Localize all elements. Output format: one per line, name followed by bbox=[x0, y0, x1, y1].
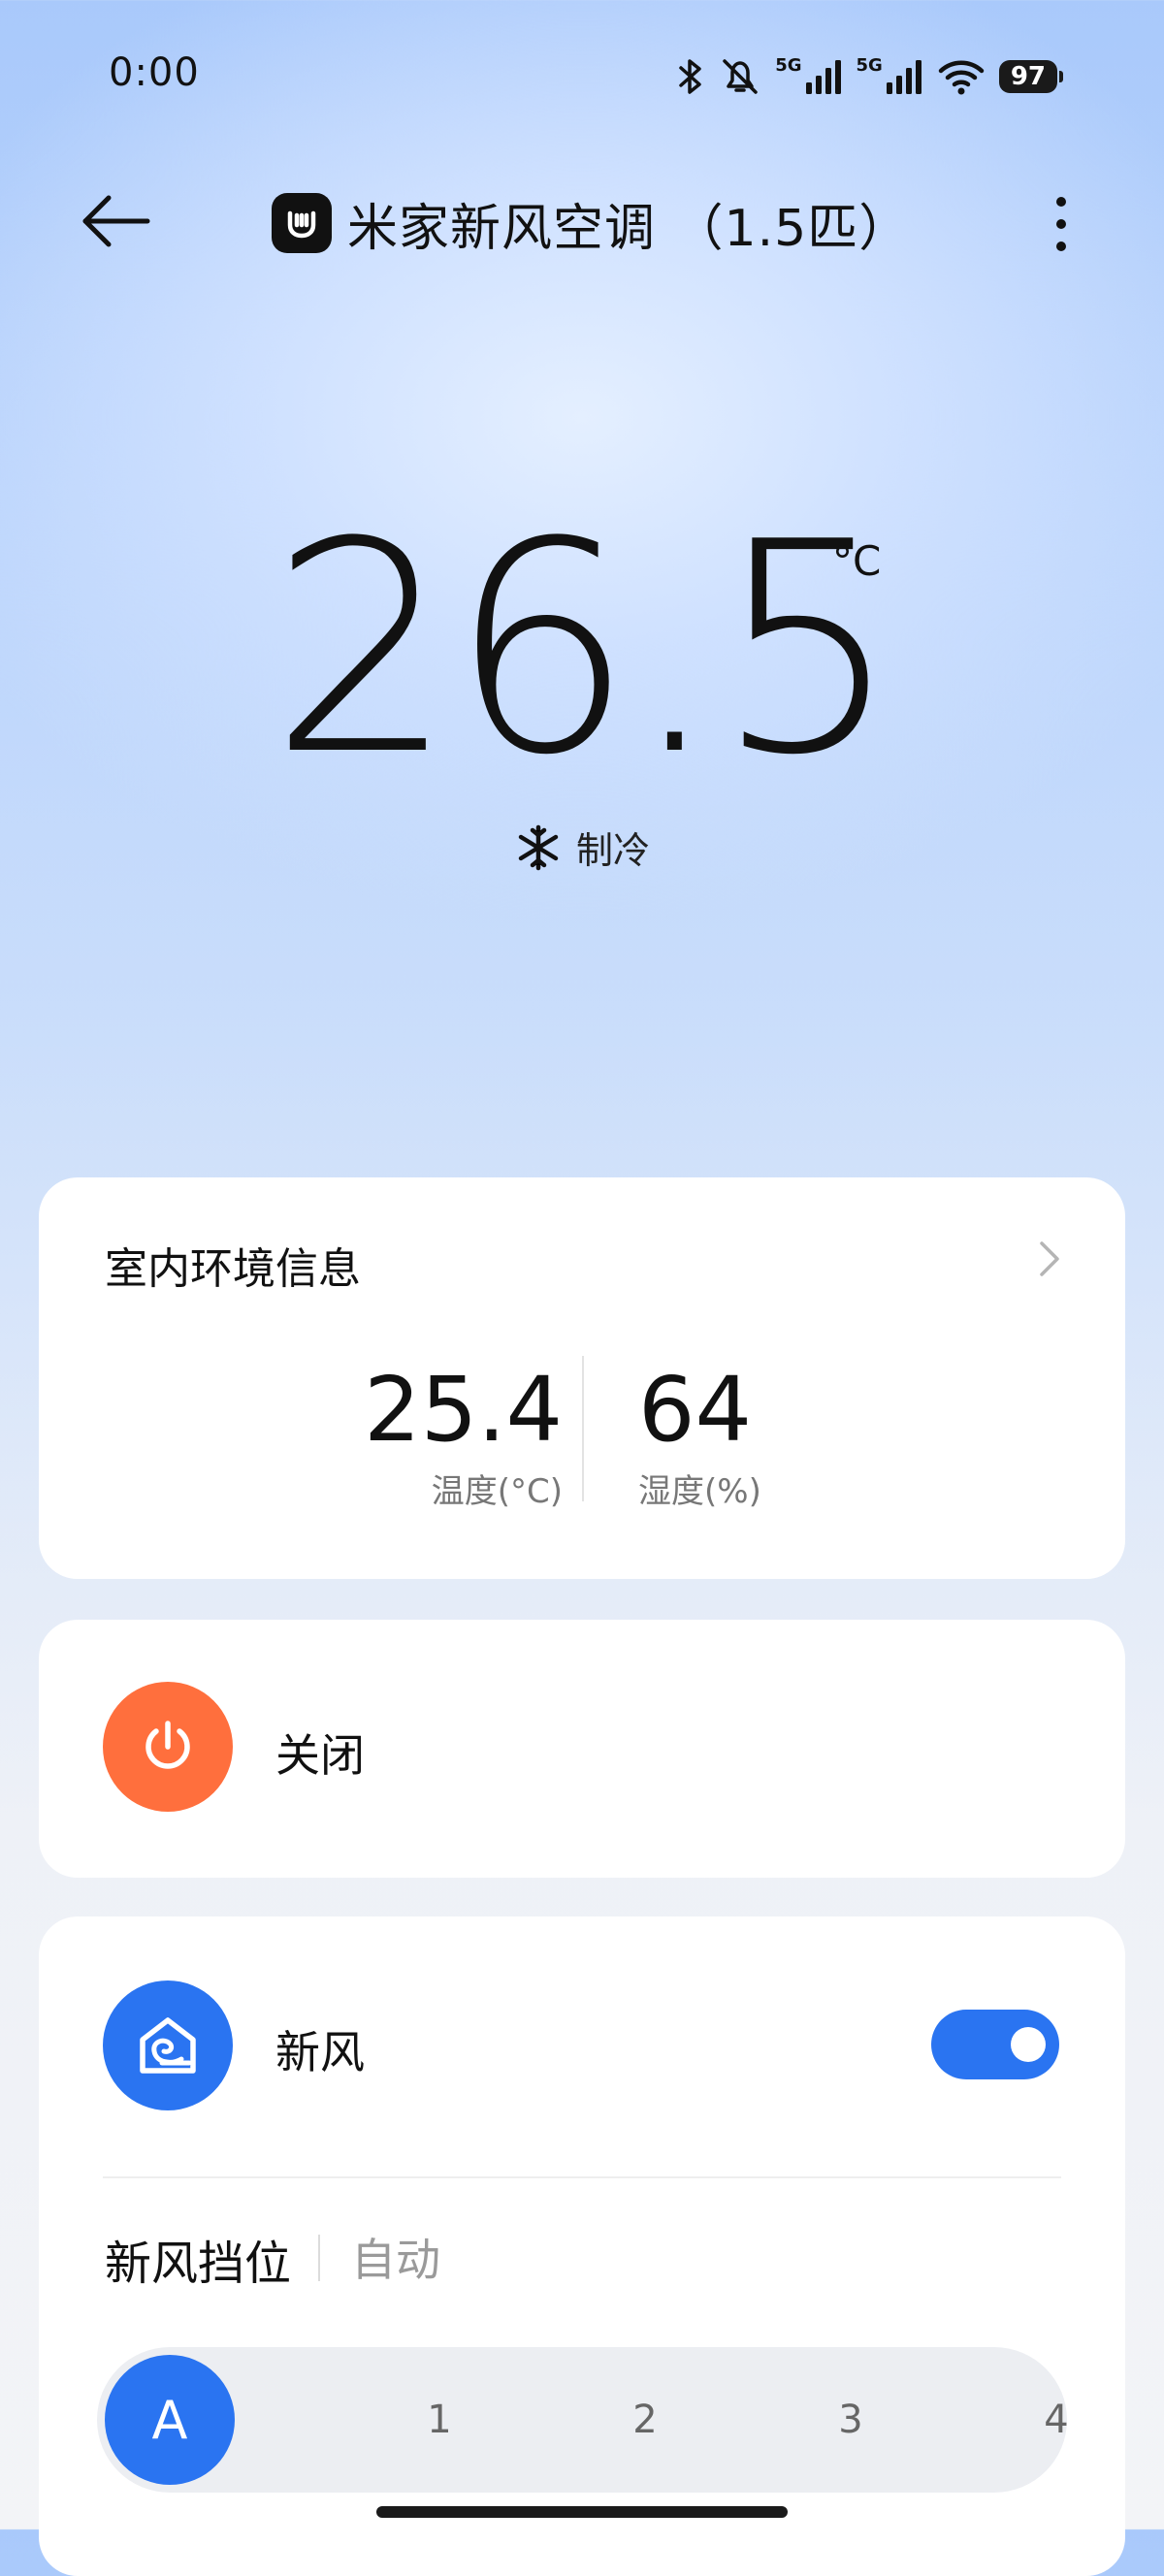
fresh-air-button[interactable] bbox=[103, 1980, 233, 2110]
environment-title: 室内环境信息 bbox=[105, 1244, 361, 1294]
signal-icon-1: 5G bbox=[775, 57, 842, 96]
target-temperature[interactable]: 26.5 bbox=[0, 504, 1164, 795]
page-title-group: 米家新风空调 （1.5匹） bbox=[272, 184, 910, 262]
fresh-air-divider bbox=[103, 2176, 1061, 2178]
indoor-environment-card[interactable]: 室内环境信息 25.4 温度(°C) 64 湿度(%) bbox=[39, 1177, 1125, 1579]
mute-bell-icon bbox=[719, 57, 761, 96]
mijia-logo-icon bbox=[272, 193, 332, 253]
power-card: 关闭 bbox=[39, 1620, 1125, 1878]
fresh-air-gear-value: 自动 bbox=[351, 2234, 440, 2286]
environment-divider bbox=[582, 1356, 584, 1501]
temperature-unit: °C bbox=[832, 537, 882, 585]
indoor-temperature-value: 25.4 bbox=[364, 1358, 563, 1462]
more-vertical-icon bbox=[1056, 197, 1066, 251]
gear-option-2[interactable]: 2 bbox=[606, 2347, 684, 2493]
gear-option-3[interactable]: 3 bbox=[812, 2347, 889, 2493]
fresh-air-toggle[interactable] bbox=[931, 2010, 1059, 2079]
fresh-air-gear-title: 新风挡位 bbox=[105, 2237, 292, 2291]
fresh-air-label: 新风 bbox=[275, 2026, 365, 2078]
gear-option-auto[interactable]: A bbox=[105, 2355, 235, 2485]
gear-option-1[interactable]: 1 bbox=[401, 2347, 478, 2493]
fresh-air-house-icon bbox=[140, 2017, 196, 2074]
battery-level: 97 bbox=[1010, 62, 1046, 91]
status-icons: 5G 5G 97 bbox=[676, 54, 1064, 99]
indoor-humidity-value: 64 bbox=[638, 1358, 753, 1462]
signal-icon-2: 5G bbox=[857, 57, 923, 96]
more-button[interactable] bbox=[1040, 194, 1083, 254]
status-time: 0:00 bbox=[109, 50, 200, 95]
back-arrow-icon bbox=[82, 195, 150, 247]
network-type: 5G bbox=[775, 55, 802, 76]
gear-option-4[interactable]: 4 bbox=[1018, 2347, 1095, 2493]
power-button[interactable] bbox=[103, 1682, 233, 1812]
fresh-air-gear-selector: A 1 2 3 4 bbox=[97, 2347, 1069, 2493]
snowflake-icon bbox=[518, 824, 559, 870]
indoor-humidity: 64 湿度(%) bbox=[638, 1366, 761, 1512]
power-icon bbox=[146, 1721, 190, 1769]
mode-indicator[interactable]: 制冷 bbox=[0, 821, 1164, 874]
back-button[interactable] bbox=[78, 190, 155, 252]
battery-icon: 97 bbox=[998, 60, 1064, 93]
indoor-temperature: 25.4 温度(°C) bbox=[364, 1366, 563, 1512]
bluetooth-icon bbox=[676, 57, 705, 96]
fresh-air-card: 新风 新风挡位 自动 A 1 2 3 4 bbox=[39, 1916, 1125, 2576]
indoor-temperature-label: 温度(°C) bbox=[431, 1472, 563, 1511]
home-indicator[interactable] bbox=[376, 2506, 788, 2518]
mode-label: 制冷 bbox=[575, 829, 650, 872]
toggle-knob bbox=[1011, 2027, 1046, 2062]
power-label: 关闭 bbox=[275, 1729, 365, 1782]
network-type: 5G bbox=[856, 55, 883, 76]
indoor-humidity-label: 湿度(%) bbox=[638, 1472, 761, 1511]
wifi-icon bbox=[937, 57, 986, 96]
chevron-right-icon bbox=[1040, 1241, 1059, 1276]
gear-separator bbox=[318, 2235, 320, 2281]
page-title: 米家新风空调 （1.5匹） bbox=[347, 199, 911, 258]
